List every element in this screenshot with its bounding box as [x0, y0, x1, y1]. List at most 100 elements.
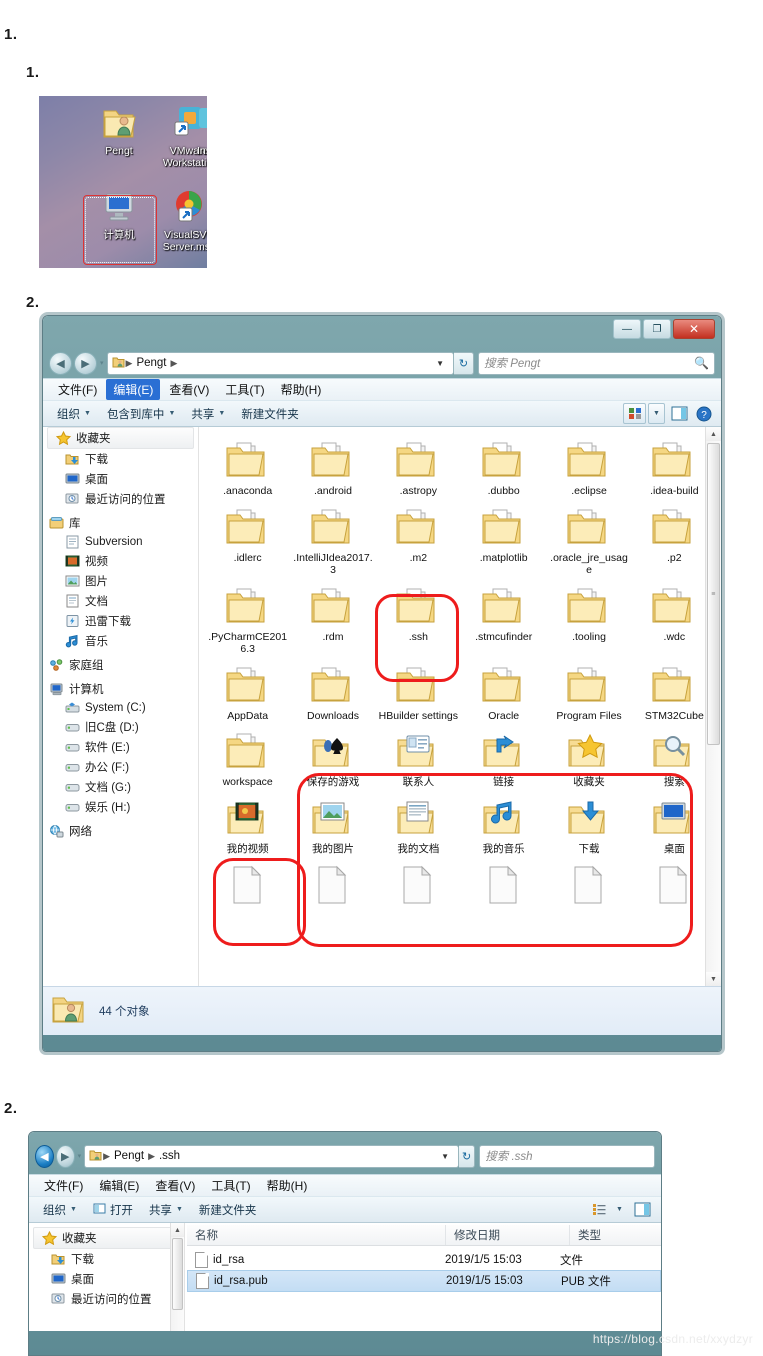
- file-list-pane-2[interactable]: 名称 修改日期 类型 id_rsa 2019/1/5 15:03 文件 id_rsa.…: [185, 1223, 661, 1331]
- menu-view-2[interactable]: 查看(V): [148, 1175, 202, 1196]
- sidebar-item-6[interactable]: Subversion: [43, 533, 198, 551]
- menu-file-2[interactable]: 文件(F): [37, 1175, 90, 1196]
- file-item[interactable]: .rdm: [290, 579, 375, 658]
- view-dropdown-button[interactable]: ▼: [648, 403, 665, 424]
- file-item[interactable]: AppData: [205, 658, 290, 725]
- sidebar-item-11[interactable]: 音乐: [43, 631, 198, 651]
- sidebar-item-7[interactable]: 视频: [43, 551, 198, 571]
- sidebar-item-10[interactable]: 迅雷下载: [43, 611, 198, 631]
- menu-tools[interactable]: 工具(T): [218, 379, 271, 400]
- scroll-down-button[interactable]: ▼: [706, 972, 721, 986]
- file-pane-scrollbar[interactable]: ▲ ≡ ▼: [705, 427, 721, 986]
- sidebar-item-23[interactable]: 网络: [43, 821, 198, 841]
- back-button[interactable]: ◀: [49, 351, 72, 375]
- sidebar-item-2[interactable]: 桌面: [43, 469, 198, 489]
- breadcrumb-pengt[interactable]: Pengt: [133, 357, 169, 369]
- help-icon[interactable]: ?: [693, 404, 715, 423]
- file-item[interactable]: .oracle_jre_usage: [546, 500, 631, 579]
- preview-pane-icon[interactable]: [667, 404, 691, 423]
- window-titlebar[interactable]: — ❐ ✕: [43, 316, 721, 348]
- close-button[interactable]: ✕: [673, 319, 715, 339]
- sidebar-item-1[interactable]: 下载: [43, 449, 198, 469]
- sidebar-item-17[interactable]: 旧C盘 (D:): [43, 717, 198, 737]
- desktop-icon-clipped[interactable]: In 20: [197, 102, 207, 157]
- menu-view[interactable]: 查看(V): [162, 379, 216, 400]
- address-bar[interactable]: ▶ Pengt ▶ ▼: [106, 351, 454, 375]
- address-bar-2[interactable]: ▶ Pengt ▶ .ssh ▼: [84, 1144, 460, 1168]
- file-item[interactable]: .anaconda: [205, 433, 290, 500]
- new-folder-button[interactable]: 新建文件夹: [233, 404, 307, 424]
- nav-pane-scrollbar-2[interactable]: ▲: [170, 1223, 184, 1331]
- refresh-button[interactable]: ↻: [454, 351, 474, 375]
- menu-help[interactable]: 帮助(H): [274, 379, 329, 400]
- file-item[interactable]: .IntelliJIdea2017.3: [290, 500, 375, 579]
- table-row[interactable]: id_rsa.pub 2019/1/5 15:03 PUB 文件: [187, 1270, 661, 1292]
- sidebar-item-9[interactable]: 文档: [43, 591, 198, 611]
- file-item[interactable]: .eclipse: [546, 433, 631, 500]
- view-dropdown-button-2[interactable]: ▼: [612, 1200, 627, 1219]
- menu-edit[interactable]: 编辑(E): [106, 379, 161, 400]
- file-item[interactable]: workspace: [205, 724, 290, 791]
- scrollbar-thumb-2[interactable]: [172, 1238, 183, 1310]
- table-row[interactable]: id_rsa 2019/1/5 15:03 文件: [187, 1250, 661, 1270]
- share-button[interactable]: 共享 ▼: [183, 404, 233, 424]
- column-name[interactable]: 名称: [187, 1225, 446, 1245]
- preview-pane-icon-2[interactable]: [629, 1200, 655, 1219]
- file-item[interactable]: Program Files: [546, 658, 631, 725]
- address-dropdown-icon[interactable]: ▼: [431, 359, 449, 368]
- file-list-pane[interactable]: .anaconda .android .astropy .dubbo .eclipse.…: [199, 427, 721, 986]
- file-item[interactable]: 我的音乐: [461, 791, 546, 858]
- file-item[interactable]: 联系人: [376, 724, 461, 791]
- file-item[interactable]: .stmcufinder: [461, 579, 546, 658]
- desktop-icon-visualsvn[interactable]: VisualSVN Server.msc: [154, 186, 207, 253]
- file-item[interactable]: 保存的游戏: [290, 724, 375, 791]
- organize-button-2[interactable]: 组织 ▼: [35, 1200, 85, 1220]
- organize-button[interactable]: 组织 ▼: [49, 404, 99, 424]
- back-button-2[interactable]: ◀: [35, 1144, 54, 1168]
- forward-button[interactable]: ▶: [74, 351, 97, 375]
- menu-help-2[interactable]: 帮助(H): [260, 1175, 315, 1196]
- forward-button-2[interactable]: ▶: [55, 1144, 75, 1168]
- maximize-button[interactable]: ❐: [643, 319, 671, 339]
- search-input[interactable]: 搜索 Pengt 🔍: [478, 351, 715, 375]
- sidebar-item-5[interactable]: 库: [43, 513, 198, 533]
- file-item[interactable]: .astropy: [376, 433, 461, 500]
- sidebar2-item-1[interactable]: 下载: [29, 1249, 184, 1269]
- file-item[interactable]: .matplotlib: [461, 500, 546, 579]
- file-item[interactable]: Oracle: [461, 658, 546, 725]
- file-item[interactable]: .dubbo: [461, 433, 546, 500]
- scroll-up-button[interactable]: ▲: [706, 427, 721, 441]
- breadcrumb-separator-end[interactable]: ▶: [170, 358, 179, 369]
- sidebar2-item-3[interactable]: 最近访问的位置: [29, 1289, 184, 1309]
- file-item[interactable]: 收藏夹: [546, 724, 631, 791]
- file-item[interactable]: [376, 857, 461, 911]
- sidebar-item-15[interactable]: 计算机: [43, 679, 198, 699]
- refresh-button-2[interactable]: ↻: [459, 1144, 476, 1168]
- search-input-2[interactable]: 搜索 .ssh: [479, 1144, 655, 1168]
- file-item[interactable]: .m2: [376, 500, 461, 579]
- sidebar2-item-2[interactable]: 桌面: [29, 1269, 184, 1289]
- file-item[interactable]: .idlerc: [205, 500, 290, 579]
- file-item[interactable]: 我的视频: [205, 791, 290, 858]
- desktop-icon-pengt[interactable]: Pengt: [84, 102, 154, 157]
- file-item[interactable]: HBuilder settings: [376, 658, 461, 725]
- sidebar-item-21[interactable]: 娱乐 (H:): [43, 797, 198, 817]
- sidebar-item-18[interactable]: 软件 (E:): [43, 737, 198, 757]
- file-item[interactable]: 链接: [461, 724, 546, 791]
- scrollbar-thumb[interactable]: ≡: [707, 443, 720, 745]
- file-item[interactable]: .PyCharmCE2016.3: [205, 579, 290, 658]
- address-dropdown-icon-2[interactable]: ▼: [436, 1152, 454, 1161]
- view-layout-icon[interactable]: [623, 403, 646, 424]
- file-item[interactable]: [205, 857, 290, 911]
- navigation-pane-2[interactable]: ▲ 收藏夹 下载 桌面 最近访问的位置: [29, 1223, 185, 1331]
- include-in-library-button[interactable]: 包含到库中 ▼: [99, 404, 183, 424]
- file-item[interactable]: 我的文档: [376, 791, 461, 858]
- column-modified[interactable]: 修改日期: [446, 1225, 570, 1245]
- minimize-button[interactable]: —: [613, 319, 641, 339]
- open-button[interactable]: 打开: [85, 1200, 141, 1220]
- share-button-2[interactable]: 共享 ▼: [141, 1200, 191, 1220]
- sidebar-item-3[interactable]: 最近访问的位置: [43, 489, 198, 509]
- breadcrumb-pengt-2[interactable]: Pengt: [111, 1150, 147, 1162]
- breadcrumb-ssh[interactable]: .ssh: [156, 1150, 183, 1162]
- file-item[interactable]: [290, 857, 375, 911]
